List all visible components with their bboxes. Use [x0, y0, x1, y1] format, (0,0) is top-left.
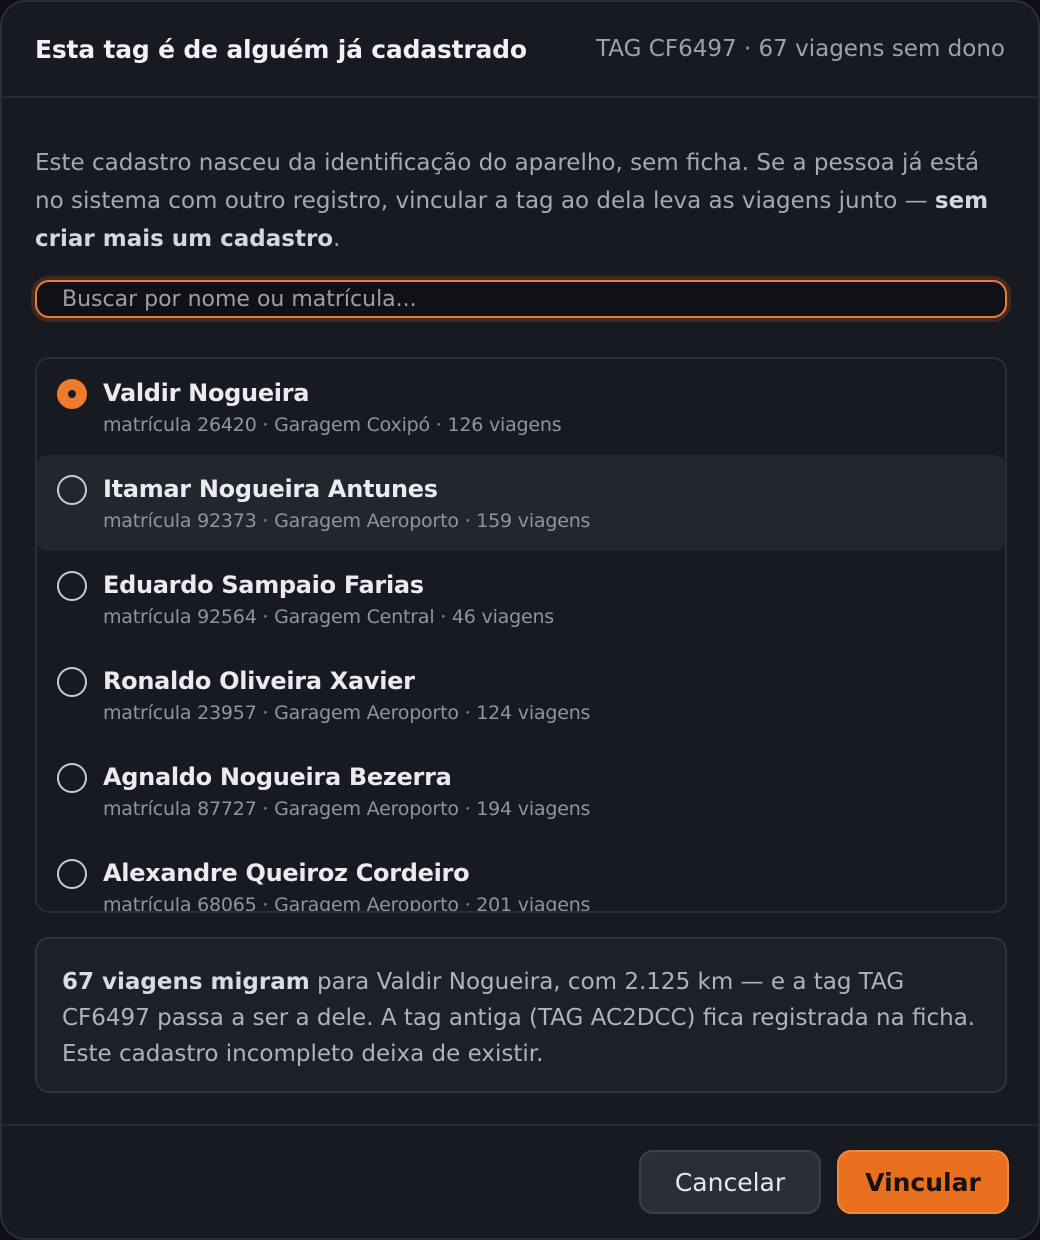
radio-unselected[interactable] [57, 667, 87, 697]
tag-meta: TAG CF6497 · 67 viagens sem dono [596, 36, 1005, 62]
dialog-footer: Cancelar Vincular [2, 1124, 1038, 1238]
intro-end: . [333, 226, 341, 252]
person-text: Eduardo Sampaio Farias matrícula 92564 ·… [103, 569, 554, 630]
radio-unselected[interactable] [57, 859, 87, 889]
intro-body: Este cadastro nasceu da identificação do… [35, 150, 980, 214]
dialog-body: Este cadastro nasceu da identificação do… [2, 98, 1038, 1093]
person-text: Itamar Nogueira Antunes matrícula 92373 … [103, 473, 590, 534]
person-details: matrícula 26420 · Garagem Coxipó · 126 v… [103, 414, 562, 436]
radio-selected[interactable] [57, 379, 87, 409]
person-text: Agnaldo Nogueira Bezerra matrícula 87727… [103, 761, 590, 822]
person-row[interactable]: Eduardo Sampaio Farias matrícula 92564 ·… [37, 551, 1005, 647]
person-name: Ronaldo Oliveira Xavier [103, 667, 415, 695]
cancel-button[interactable]: Cancelar [639, 1150, 821, 1214]
link-tag-dialog: Esta tag é de alguém já cadastrado TAG C… [0, 0, 1040, 1240]
person-details: matrícula 68065 · Garagem Aeroporto · 20… [103, 894, 591, 913]
person-list[interactable]: Valdir Nogueira matrícula 26420 · Garage… [35, 357, 1007, 913]
radio-unselected[interactable] [57, 475, 87, 505]
person-text: Ronaldo Oliveira Xavier matrícula 23957 … [103, 665, 590, 726]
person-name: Valdir Nogueira [103, 379, 310, 407]
summary-lead: 67 viagens migram [62, 969, 310, 995]
person-details: matrícula 87727 · Garagem Aeroporto · 19… [103, 798, 591, 820]
dialog-title: Esta tag é de alguém já cadastrado [35, 34, 527, 64]
search-wrap [35, 280, 1007, 318]
person-text: Valdir Nogueira matrícula 26420 · Garage… [103, 377, 562, 438]
person-row[interactable]: Itamar Nogueira Antunes matrícula 92373 … [37, 455, 1005, 551]
intro-text: Este cadastro nasceu da identificação do… [35, 144, 995, 258]
person-details: matrícula 92373 · Garagem Aeroporto · 15… [103, 510, 591, 532]
person-row[interactable]: Valdir Nogueira matrícula 26420 · Garage… [37, 359, 1005, 455]
person-name: Eduardo Sampaio Farias [103, 571, 424, 599]
dialog-header: Esta tag é de alguém já cadastrado TAG C… [2, 2, 1038, 98]
person-name: Itamar Nogueira Antunes [103, 475, 438, 503]
person-text: Alexandre Queiroz Cordeiro matrícula 680… [103, 857, 591, 913]
radio-unselected[interactable] [57, 571, 87, 601]
person-row[interactable]: Ronaldo Oliveira Xavier matrícula 23957 … [37, 647, 1005, 743]
person-name: Alexandre Queiroz Cordeiro [103, 859, 470, 887]
migration-summary: 67 viagens migram para Valdir Nogueira, … [35, 937, 1007, 1093]
link-button[interactable]: Vincular [837, 1150, 1009, 1214]
person-row[interactable]: Alexandre Queiroz Cordeiro matrícula 680… [37, 839, 1005, 913]
person-row[interactable]: Agnaldo Nogueira Bezerra matrícula 87727… [37, 743, 1005, 839]
person-details: matrícula 92564 · Garagem Central · 46 v… [103, 606, 554, 628]
person-details: matrícula 23957 · Garagem Aeroporto · 12… [103, 702, 591, 724]
person-name: Agnaldo Nogueira Bezerra [103, 763, 452, 791]
radio-unselected[interactable] [57, 763, 87, 793]
search-input[interactable] [35, 280, 1007, 318]
